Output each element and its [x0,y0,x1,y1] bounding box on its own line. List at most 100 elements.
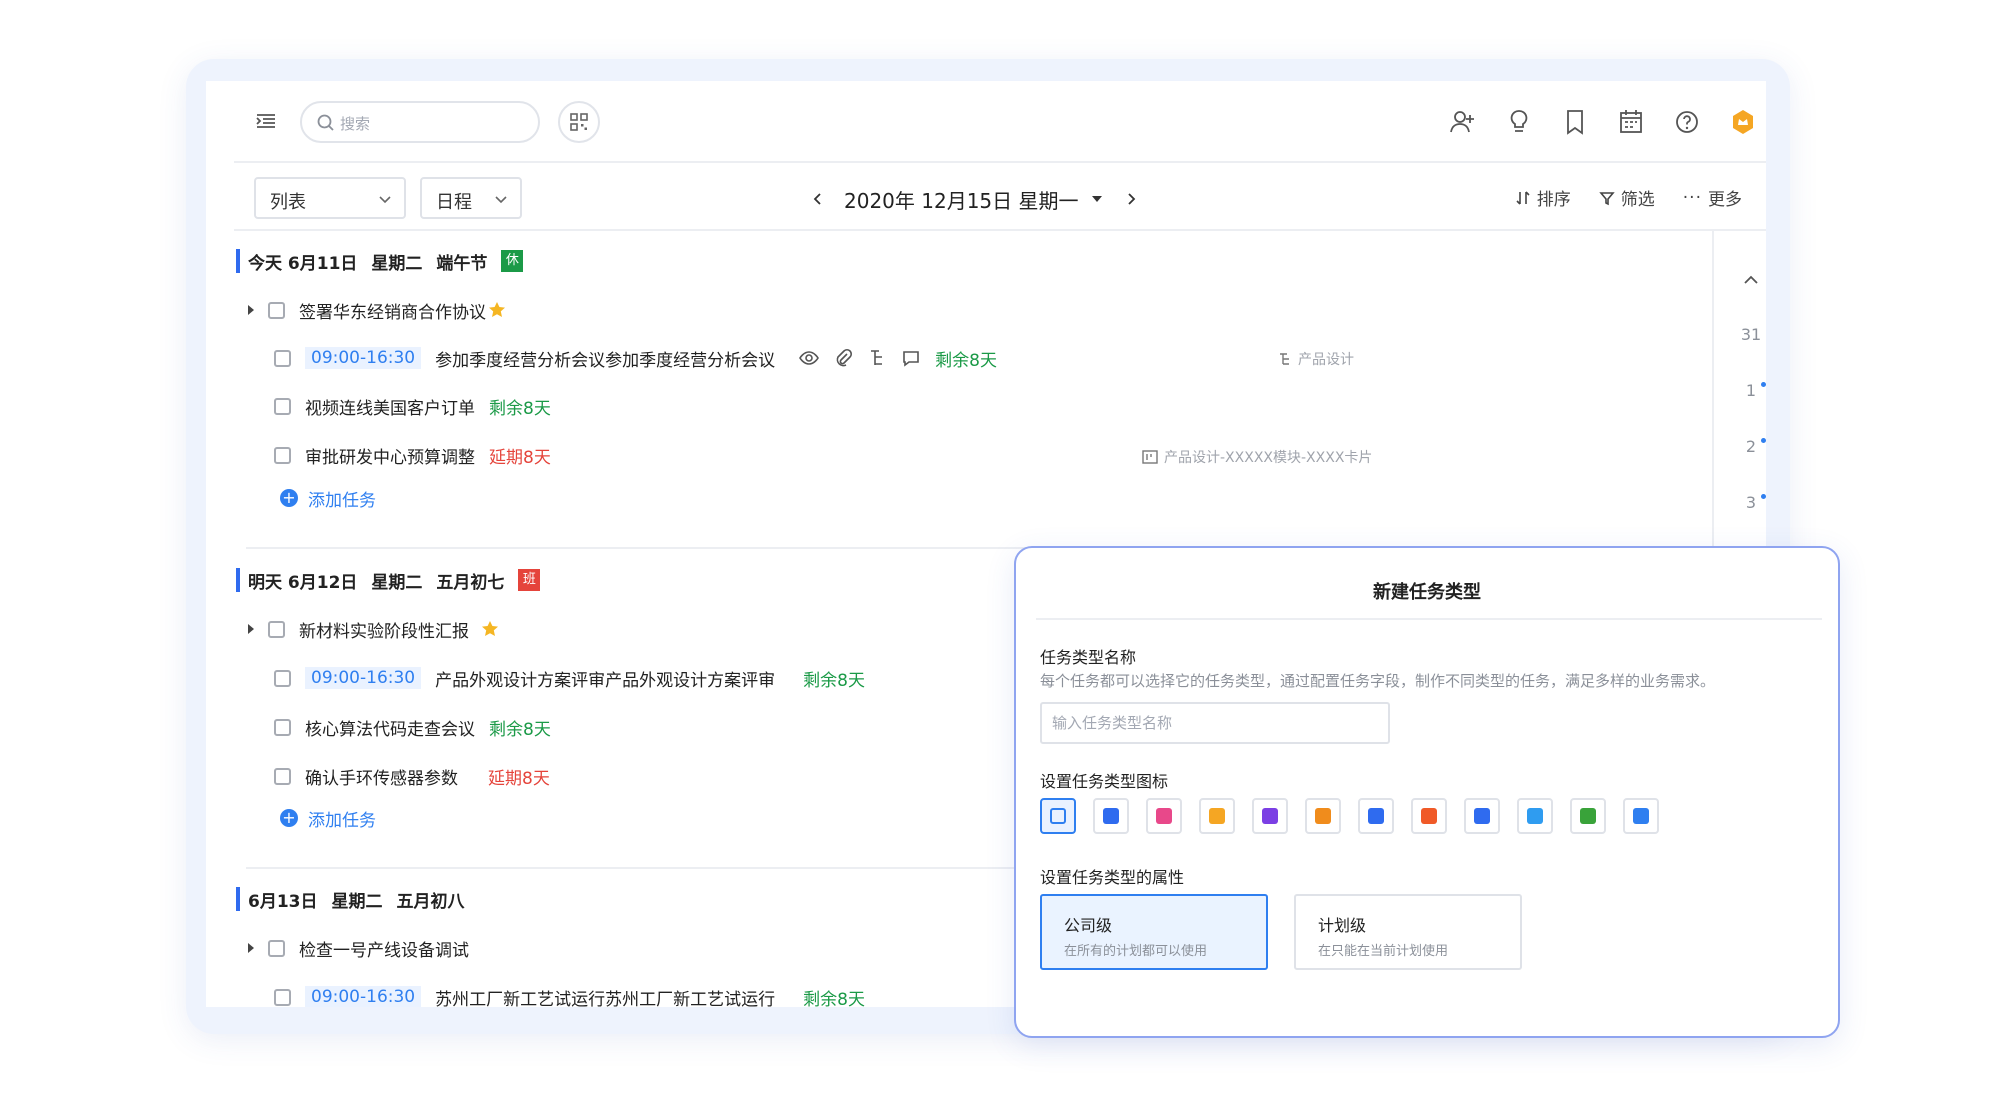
task-checkbox[interactable] [274,669,291,687]
task-title: 签署华东经销商合作协议 [299,302,486,323]
collapse-menu-icon[interactable] [254,109,278,133]
subtask-icon[interactable] [867,348,887,368]
add-member-icon[interactable] [1448,107,1478,137]
task-type-icon [1050,808,1066,824]
plan-level-option[interactable]: 计划级 在只能在当前计划使用 [1294,894,1522,970]
filter-button[interactable]: 筛选 [1599,185,1655,210]
current-date[interactable]: 2020年 12月15日 星期一 [844,185,1079,214]
task-checkbox[interactable] [268,939,285,957]
company-level-option[interactable]: 公司级 在所有的计划都可以使用 [1040,894,1268,970]
task-checkbox[interactable] [268,301,285,319]
task-row[interactable]: 确认手环传感器参数 延期8天 [274,763,550,789]
prev-date-icon[interactable] [810,191,826,207]
task-type-icon-option[interactable] [1040,798,1076,834]
plus-icon: + [280,489,298,507]
task-type-name-input[interactable] [1040,702,1390,744]
task-type-icon [1315,808,1331,824]
icon-field-label: 设置任务类型图标 [1040,772,1169,791]
task-type-icon [1103,808,1119,824]
task-type-icon-option[interactable] [1464,798,1500,834]
search-icon [316,113,336,133]
comment-icon[interactable] [901,348,921,368]
day-accent-bar [236,568,240,592]
overdue-status: 延期8天 [488,768,550,789]
list-tools: 排序 筛选 ··· 更多 [1515,185,1742,210]
view-select[interactable]: 列表 [254,177,406,219]
task-row[interactable]: 检查一号产线设备调试 [246,935,469,961]
task-type-icon [1368,808,1384,824]
task-type-icon-option[interactable] [1517,798,1553,834]
vip-badge-icon[interactable] [1728,107,1758,137]
remaining-status: 剩余8天 [803,670,865,691]
task-time: 09:00-16:30 [305,986,422,1007]
chevron-down-icon [379,196,391,204]
sort-button[interactable]: 排序 [1515,185,1571,210]
top-divider [234,161,1766,163]
task-title: 视频连线美国客户订单 [305,398,475,419]
task-row[interactable]: 核心算法代码走查会议 剩余8天 [274,714,551,740]
bulb-icon[interactable] [1504,107,1534,137]
name-field-label: 任务类型名称 [1040,648,1137,667]
date-dropdown-icon[interactable] [1089,191,1105,207]
task-type-icon-option[interactable] [1358,798,1394,834]
task-row[interactable]: 09:00-16:30 产品外观设计方案评审产品外观设计方案评审 剩余8天 [274,665,865,691]
expand-triangle-icon[interactable] [246,623,256,635]
name-field-description: 每个任务都可以选择它的任务类型，通过配置任务字段，制作不同类型的任务，满足多样的… [1040,672,1716,690]
task-row[interactable]: 视频连线美国客户订单 剩余8天 [274,393,551,419]
task-row[interactable]: 审批研发中心预算调整 延期8天 [274,442,551,468]
toolbar-divider [234,229,1766,231]
bookmark-icon[interactable] [1560,107,1590,137]
expand-triangle-icon[interactable] [246,304,256,316]
next-date-icon[interactable] [1123,191,1139,207]
more-button[interactable]: ··· 更多 [1683,185,1742,211]
task-type-icon-option[interactable] [1146,798,1182,834]
task-title: 核心算法代码走查会议 [305,719,475,740]
qr-code-button[interactable] [558,101,600,143]
event-dot [1761,494,1766,499]
task-title: 苏州工厂新工艺试运行苏州工厂新工艺试运行 [435,989,776,1008]
task-type-icon-option[interactable] [1623,798,1659,834]
day-header: 6月13日 星期二 五月初八 [236,887,465,912]
mode-select[interactable]: 日程 [420,177,522,219]
attachment-icon[interactable] [833,348,853,368]
task-type-icon-option[interactable] [1199,798,1235,834]
task-type-icon-option[interactable] [1252,798,1288,834]
new-task-type-dialog: 新建任务类型 任务类型名称 每个任务都可以选择它的任务类型，通过配置任务字段，制… [1014,546,1840,1038]
day-header: 明天 6月12日 星期二 五月初七 班 [236,568,541,593]
task-checkbox[interactable] [274,349,291,367]
task-type-icon-option[interactable] [1570,798,1606,834]
task-type-icon [1156,808,1172,824]
chevron-up-icon[interactable] [1742,271,1760,289]
task-checkbox[interactable] [268,620,285,638]
task-type-icon-option[interactable] [1093,798,1129,834]
event-dot [1761,438,1766,443]
expand-triangle-icon[interactable] [246,942,256,954]
calendar-icon[interactable] [1616,107,1646,137]
task-type-icon-option[interactable] [1411,798,1447,834]
task-row[interactable]: 签署华东经销商合作协议 [246,297,506,323]
task-checkbox[interactable] [274,446,291,464]
add-task-button[interactable]: + 添加任务 [280,806,376,831]
task-checkbox[interactable] [274,988,291,1006]
add-task-button[interactable]: + 添加任务 [280,486,376,511]
help-icon[interactable] [1672,107,1702,137]
task-row[interactable]: 09:00-16:30 参加季度经营分析会议参加季度经营分析会议 剩余8天 [274,345,997,371]
task-type-name-field[interactable] [1042,704,1388,742]
task-type-icon-option[interactable] [1305,798,1341,834]
task-meta-icons [799,348,921,368]
task-checkbox[interactable] [274,397,291,415]
task-row[interactable]: 09:00-16:30 苏州工厂新工艺试运行苏州工厂新工艺试运行 剩余8天 [274,984,865,1007]
attribute-field-label: 设置任务类型的属性 [1040,868,1185,887]
day-header: 今天 6月11日 星期二 端午节 休 [236,249,524,274]
task-type-icon [1527,808,1543,824]
task-title: 参加季度经营分析会议参加季度经营分析会议 [435,350,776,371]
dialog-title: 新建任务类型 [1373,582,1481,603]
task-row[interactable]: 新材料实验阶段性汇报 [246,616,499,642]
task-checkbox[interactable] [274,718,291,736]
search-box[interactable]: 搜索 [300,101,540,143]
eye-icon[interactable] [799,348,820,368]
calendar-day[interactable]: 31 [1731,325,1766,344]
icon-picker [1040,798,1659,834]
task-checkbox[interactable] [274,767,291,785]
top-tools [1448,107,1758,137]
